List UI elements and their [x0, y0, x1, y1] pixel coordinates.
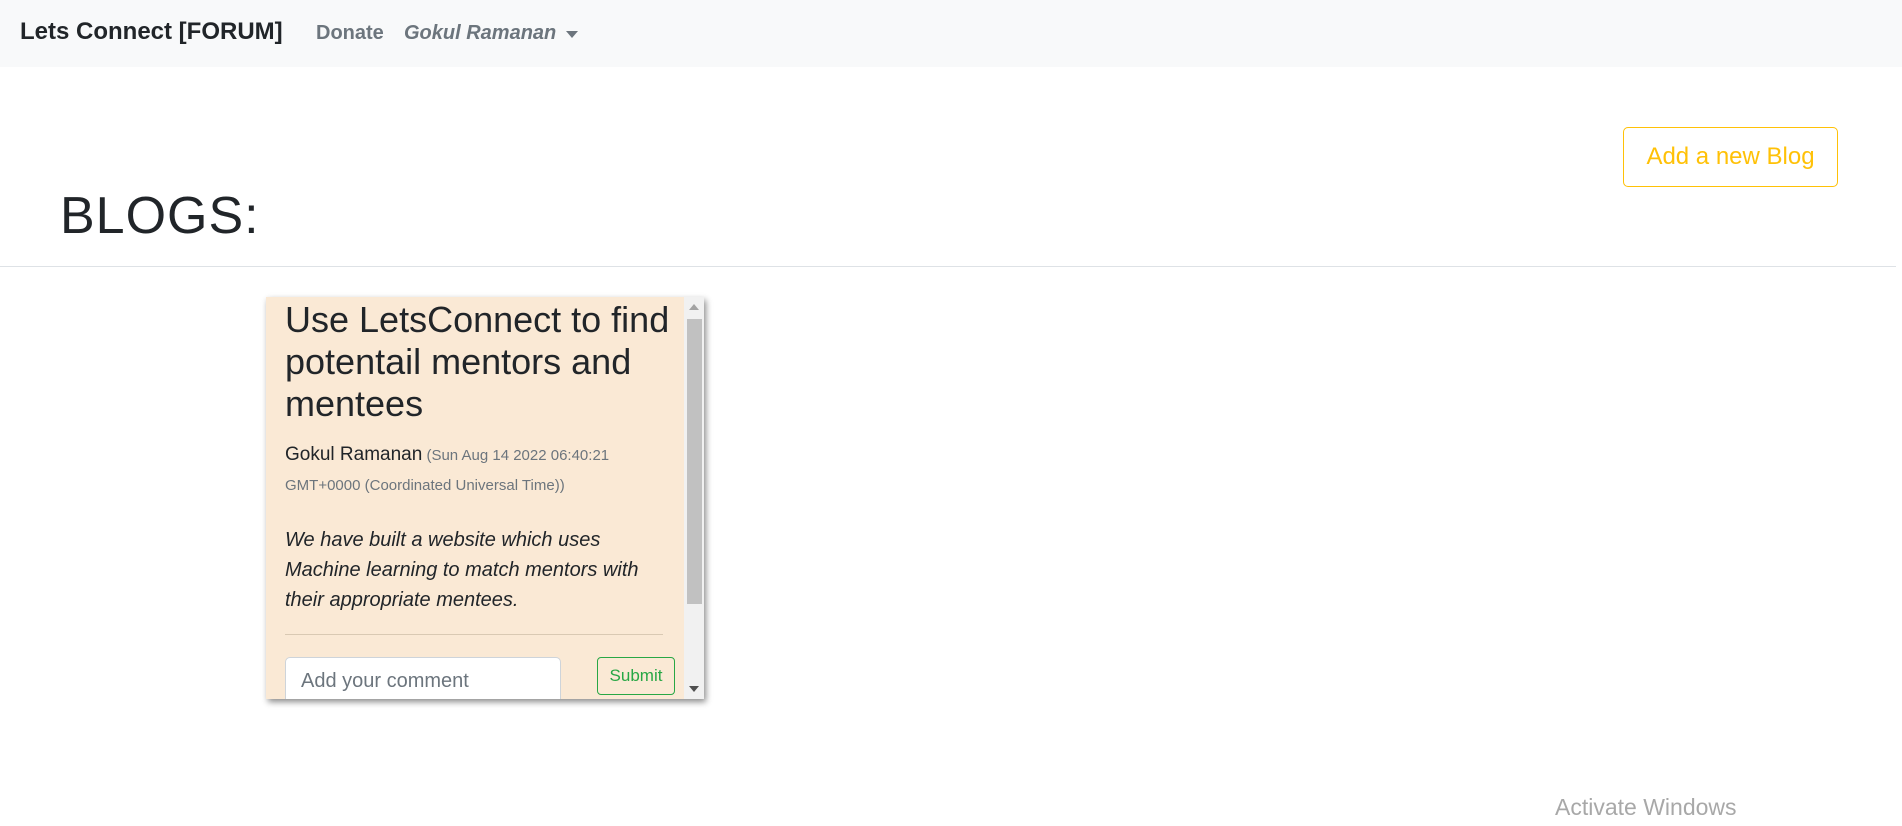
- card-scrollbar[interactable]: [684, 297, 704, 699]
- user-dropdown-toggle[interactable]: Gokul Ramanan: [404, 22, 579, 45]
- blog-author: Gokul Ramanan: [285, 444, 423, 465]
- comment-input[interactable]: [285, 657, 561, 699]
- blog-card: Use LetsConnect to find potentail mentor…: [266, 297, 704, 699]
- blog-title: Use LetsConnect to find potentail mentor…: [285, 299, 670, 424]
- page-title: BLOGS:: [60, 187, 260, 245]
- chevron-down-icon: [566, 31, 579, 38]
- divider: [0, 266, 1896, 267]
- scrollbar-thumb[interactable]: [687, 319, 702, 604]
- blog-body: We have built a website which uses Machi…: [285, 529, 639, 611]
- scroll-up-arrow-icon[interactable]: [689, 304, 699, 310]
- brand-link[interactable]: Lets Connect [FORUM]: [20, 18, 283, 46]
- user-name-label: Gokul Ramanan: [404, 22, 557, 44]
- nav-donate-link[interactable]: Donate: [316, 22, 384, 45]
- blog-card-content: Use LetsConnect to find potentail mentor…: [266, 297, 684, 699]
- add-blog-button[interactable]: Add a new Blog: [1623, 127, 1838, 187]
- activate-windows-watermark: Activate Windows: [1555, 794, 1737, 820]
- navbar: Lets Connect [FORUM] Donate Gokul Ramana…: [0, 0, 1902, 67]
- scroll-down-arrow-icon[interactable]: [689, 686, 699, 692]
- card-divider: [285, 634, 663, 635]
- submit-comment-button[interactable]: Submit: [597, 657, 675, 695]
- blog-meta: Gokul Ramanan (Sun Aug 14 2022 06:40:21 …: [285, 440, 655, 501]
